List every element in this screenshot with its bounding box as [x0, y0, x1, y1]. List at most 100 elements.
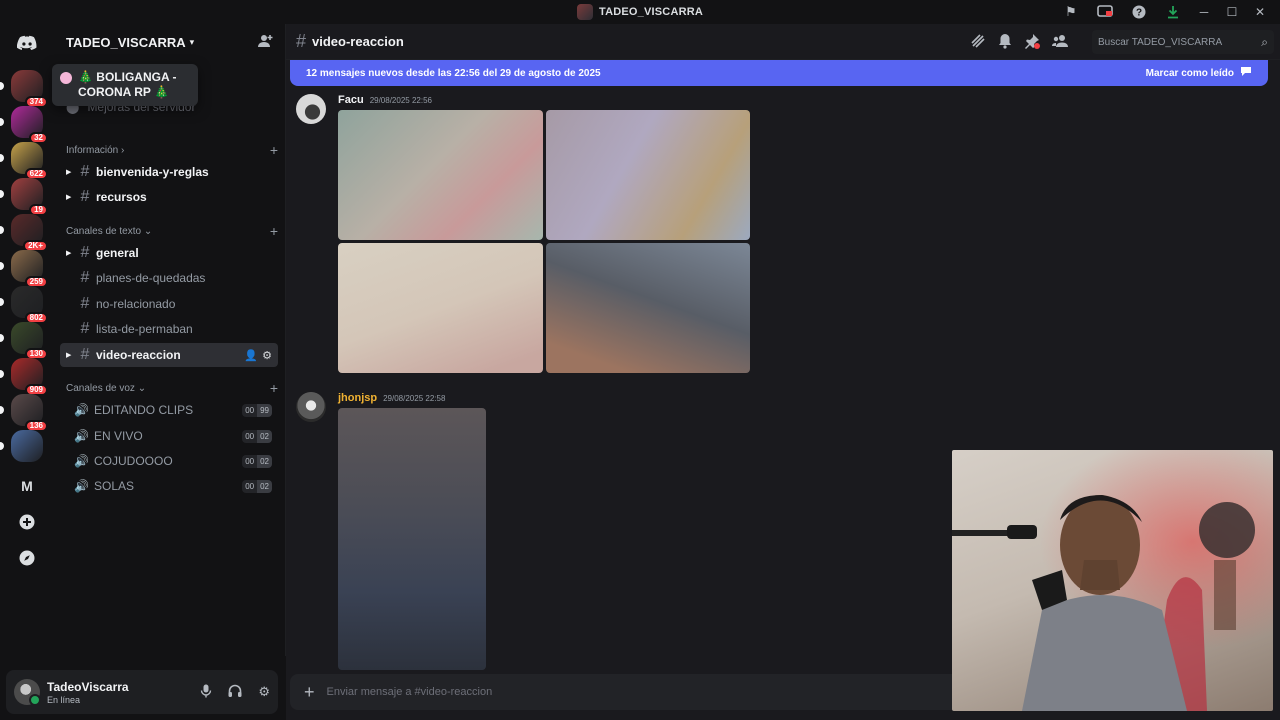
server-icon[interactable]: 802: [11, 286, 48, 324]
server-icon[interactable]: 622: [11, 142, 48, 180]
hash-icon: #: [80, 188, 90, 205]
unread-indicator: [0, 226, 4, 234]
voice-channel-item[interactable]: 🔊 EN VIVO 00 02: [60, 424, 278, 448]
download-icon[interactable]: [1156, 0, 1190, 24]
server-icon[interactable]: 374: [11, 70, 48, 108]
channel-unread-indicator: ▶: [66, 250, 72, 257]
voice-channel-name: COJUDOOOO: [94, 454, 173, 468]
voice-user-count: 00 99: [242, 403, 272, 417]
user-name[interactable]: TadeoViscarra: [47, 680, 129, 694]
tooltip-line-1: 🎄 BOLIGANGA -: [78, 70, 177, 84]
server-icon[interactable]: 909: [11, 358, 48, 396]
hash-icon: #: [80, 244, 90, 261]
channel-name: planes-de-quedadas: [96, 271, 206, 285]
server-icon[interactable]: 130: [11, 322, 48, 360]
voice-users: 00: [242, 454, 258, 468]
server-rail: 374 32 622 19 2K+ 259 802 130 909 136 M: [0, 24, 54, 720]
message-author[interactable]: Facu: [338, 94, 364, 106]
title-bar-actions: ⚑ ? ─ ☐ ✕: [1054, 0, 1274, 24]
add-channel-icon[interactable]: +: [270, 380, 278, 396]
channel-item[interactable]: ▶ # video-reaccion 👤 ⚙: [60, 343, 278, 367]
mark-read-icon: [1240, 66, 1252, 80]
hash-icon: #: [80, 320, 90, 337]
pinned-messages-icon[interactable]: [1024, 33, 1040, 52]
channel-header: # video-reaccion Buscar TADEO_VISCARRA ⌕: [286, 24, 1280, 60]
message-author[interactable]: jhonjsp: [338, 392, 377, 404]
server-header[interactable]: TADEO_VISCARRA ▾: [54, 24, 285, 60]
add-channel-icon[interactable]: +: [270, 223, 278, 239]
channel-item[interactable]: # no-relacionado: [60, 292, 278, 316]
video-attachment[interactable]: [338, 110, 543, 240]
channel-item[interactable]: ▶ # general: [60, 241, 278, 265]
screen-share-icon[interactable]: [1088, 0, 1122, 24]
server-icon[interactable]: 32: [11, 106, 48, 144]
new-messages-bar[interactable]: 12 mensajes nuevos desde las 22:56 del 2…: [290, 60, 1268, 86]
channel-item[interactable]: # planes-de-quedadas: [60, 266, 278, 290]
video-attachment[interactable]: [338, 408, 486, 670]
server-icon[interactable]: 19: [11, 178, 48, 216]
channel-item[interactable]: ▶ # recursos: [60, 185, 278, 209]
voice-user-count: 00 02: [242, 454, 272, 468]
discord-window: TADEO_VISCARRA ⚑ ? ─ ☐ ✕ 374 32 622 19 2K+ 25…: [0, 0, 1280, 720]
channel-unread-indicator: ▶: [66, 194, 72, 201]
hash-icon: #: [296, 31, 307, 51]
video-attachment[interactable]: [546, 110, 750, 240]
category-voice[interactable]: Canales de voz ⌄ +: [66, 380, 278, 396]
video-attachment[interactable]: [338, 243, 543, 373]
invite-member-icon[interactable]: 👤: [244, 349, 258, 362]
voice-channel-item[interactable]: 🔊 COJUDOOOO 00 02: [60, 449, 278, 473]
invite-people-icon[interactable]: [258, 34, 273, 51]
message-avatar[interactable]: [296, 94, 326, 124]
add-attachment-icon[interactable]: +: [304, 682, 315, 703]
server-icon[interactable]: 259: [11, 250, 48, 288]
video-attachment[interactable]: [546, 243, 750, 373]
mark-as-read-button[interactable]: Marcar como leído: [1146, 66, 1252, 80]
server-letter-m[interactable]: M: [11, 470, 43, 502]
voice-limit: 02: [257, 454, 272, 468]
user-avatar[interactable]: [14, 679, 41, 706]
category-info[interactable]: Información › +: [66, 142, 278, 158]
member-list-icon[interactable]: [1052, 34, 1068, 51]
minimize-button[interactable]: ─: [1190, 0, 1218, 24]
search-icon: ⌕: [1261, 34, 1268, 49]
user-settings-gear-icon[interactable]: ⚙: [258, 684, 270, 701]
search-box[interactable]: Buscar TADEO_VISCARRA ⌕: [1092, 30, 1274, 54]
voice-channel-item[interactable]: 🔊 SOLAS 00 02: [60, 474, 278, 498]
user-status: En línea: [47, 694, 81, 705]
flag-icon[interactable]: ⚑: [1054, 0, 1088, 24]
server-icon[interactable]: 136: [11, 394, 48, 432]
voice-users: 00: [242, 403, 258, 417]
category-info-label: Información: [66, 144, 119, 156]
add-channel-icon[interactable]: +: [270, 142, 278, 158]
server-icon[interactable]: [11, 430, 43, 462]
headphones-icon[interactable]: [228, 684, 242, 701]
discover-compass-icon[interactable]: [11, 542, 43, 574]
notification-bell-icon[interactable]: [998, 33, 1012, 52]
channel-item[interactable]: # lista-de-permaban: [60, 317, 278, 341]
discord-home-icon[interactable]: [11, 30, 43, 54]
server-name: TADEO_VISCARRA: [66, 34, 186, 50]
microphone-icon[interactable]: [200, 684, 212, 701]
user-panel: TadeoViscarra En línea ⚙: [6, 670, 278, 714]
unread-indicator: [0, 442, 4, 450]
hash-icon: #: [80, 163, 90, 180]
maximize-button[interactable]: ☐: [1218, 0, 1246, 24]
channel-item[interactable]: ▶ # bienvenida-y-reglas: [60, 160, 278, 184]
help-icon[interactable]: ?: [1122, 0, 1156, 24]
channel-settings-gear-icon[interactable]: ⚙: [262, 349, 272, 362]
server-icon[interactable]: 2K+: [11, 214, 48, 252]
channel-name: video-reaccion: [96, 348, 181, 362]
category-text[interactable]: Canales de texto ⌄ +: [66, 223, 278, 239]
close-button[interactable]: ✕: [1246, 0, 1274, 24]
speaker-icon: 🔊: [74, 403, 89, 417]
message-input[interactable]: [326, 686, 827, 698]
voice-channel-item[interactable]: 🔊 EDITANDO CLIPS 00 99: [60, 398, 278, 422]
threads-icon[interactable]: [970, 33, 986, 52]
voice-users: 00: [242, 479, 258, 493]
channel-unread-indicator: ▶: [66, 352, 72, 359]
channel-name: bienvenida-y-reglas: [96, 165, 209, 179]
add-server-icon[interactable]: [11, 506, 43, 538]
channel-sidebar: TADEO_VISCARRA ▾ ⬤ Mejoras del servidor …: [54, 24, 286, 656]
message-avatar[interactable]: [296, 392, 326, 422]
unread-indicator: [0, 406, 4, 414]
